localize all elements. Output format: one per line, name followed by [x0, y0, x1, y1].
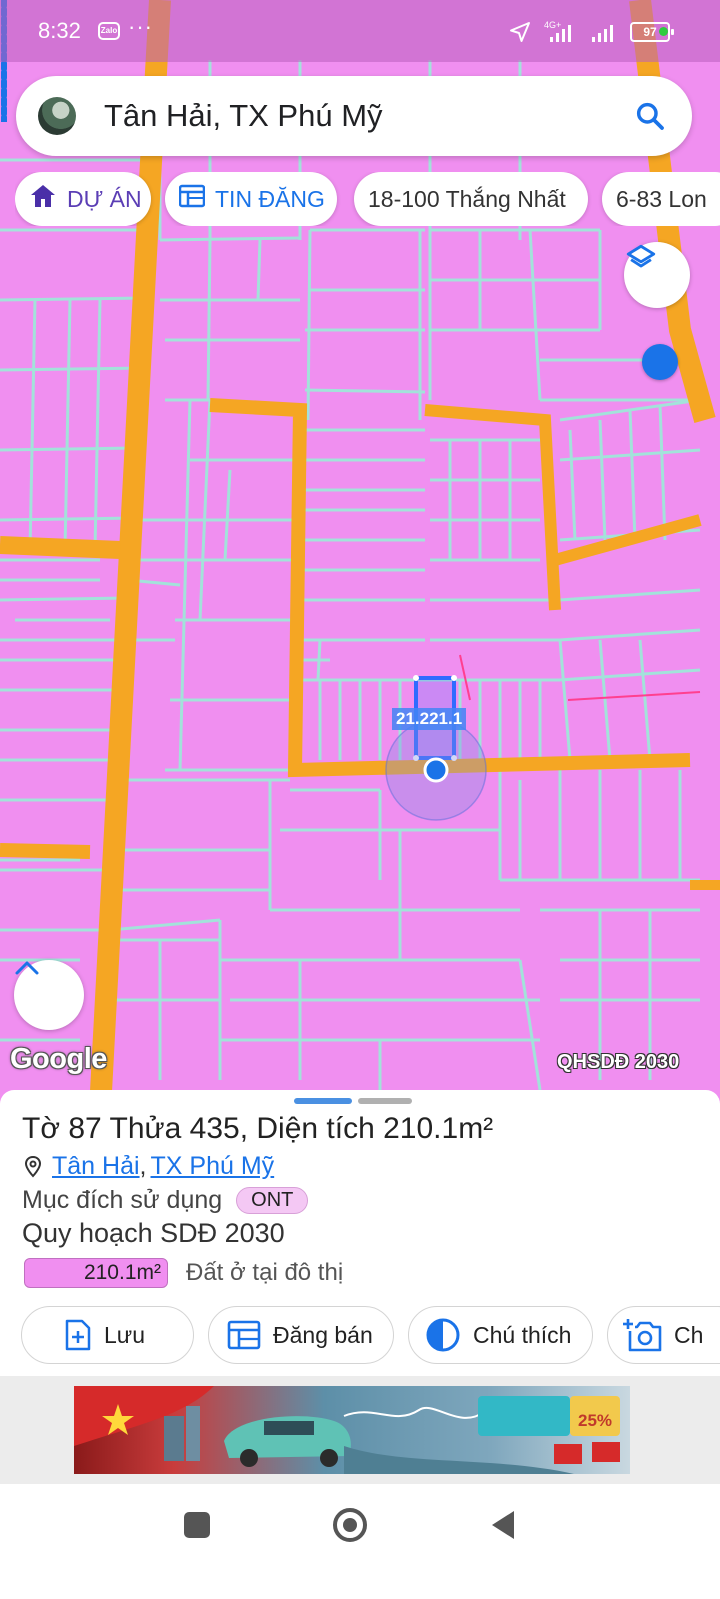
opacity-slider-knob[interactable] — [642, 344, 678, 380]
contrast-icon — [425, 1317, 461, 1353]
ward-link[interactable]: Tân Hải — [52, 1152, 140, 1181]
action-buttons: Lưu Đăng bán Chú thích Ch — [0, 1306, 720, 1366]
legend-button[interactable]: Chú thích — [408, 1306, 593, 1364]
ad-banner[interactable]: 25% — [74, 1386, 630, 1474]
zalo-notification-icon: Zalo — [98, 22, 120, 40]
plan-area-description: Đất ở tại đô thị — [186, 1259, 344, 1286]
sheet-handle[interactable] — [294, 1098, 352, 1104]
more-notifications-icon: ··· — [128, 14, 153, 39]
post-sale-button[interactable]: Đăng bán — [208, 1306, 394, 1364]
home-button[interactable] — [333, 1508, 367, 1542]
search-icon[interactable] — [634, 100, 666, 132]
sheet-number-prefix: Tờ — [22, 1112, 60, 1145]
plan-area-swatch: 210.1m² — [24, 1258, 168, 1288]
save-label: Lưu — [104, 1321, 145, 1348]
chip-tin-dang-label: TIN ĐĂNG — [215, 185, 325, 212]
expand-sheet-button[interactable] — [14, 960, 84, 1030]
search-query[interactable]: Tân Hải, TX Phú Mỹ — [104, 98, 383, 134]
layers-button[interactable] — [624, 242, 690, 308]
location-pin-icon — [24, 1155, 42, 1177]
home-icon — [29, 183, 57, 215]
save-button[interactable]: Lưu — [21, 1306, 194, 1364]
plan-label: Quy hoạch SDĐ 2030 — [22, 1218, 285, 1248]
chip-du-an-label: DỰ ÁN — [67, 185, 142, 212]
chip-tin-dang[interactable]: TIN ĐĂNG — [165, 172, 337, 226]
cadastral-map — [0, 0, 720, 1110]
privacy-indicator-dot — [659, 27, 668, 36]
layers-icon — [626, 244, 656, 268]
svg-text:4G+: 4G+ — [544, 20, 561, 30]
area-unit: m² — [458, 1112, 494, 1145]
parcel-map-label: 21.221.1 — [392, 708, 467, 730]
town-link[interactable]: TX Phú Mỹ — [151, 1152, 275, 1181]
land-use-purpose: Mục đích sử dụng ONT — [22, 1186, 309, 1215]
filter-chips: DỰ ÁN TIN ĐĂNG 18-100 Thắng Nhất 6-83 Lo… — [15, 172, 720, 226]
chip-address-2-label: 6-83 Lon — [616, 185, 707, 212]
svg-text:25%: 25% — [578, 1411, 612, 1430]
ad-banner-container: 25% — [0, 1376, 720, 1484]
legend-label: Chú thích — [473, 1321, 572, 1348]
map-view[interactable]: 21.221.1 Google QHSDĐ 2030 — [0, 0, 720, 1110]
parcel-address: Tân Hải, TX Phú Mỹ — [22, 1152, 274, 1181]
recents-button[interactable] — [184, 1512, 210, 1538]
purpose-label: Mục đích sử dụng — [22, 1186, 223, 1214]
chip-address-1-label: 18-100 Thắng Nhất — [368, 185, 566, 212]
status-bar: 8:32 Zalo ··· 4G+ 97 — [0, 0, 720, 62]
area-prefix: , Diện tích — [239, 1112, 375, 1145]
chip-du-an[interactable]: DỰ ÁN — [15, 172, 151, 226]
status-time: 8:32 — [38, 18, 81, 43]
sheet-number: 87 — [68, 1112, 102, 1145]
parcel-title: Tờ 87 Thửa 435, Diện tích 210.1m² — [22, 1112, 493, 1146]
sheet-handle-secondary[interactable] — [358, 1098, 412, 1104]
table-icon — [227, 1320, 261, 1350]
plan-area-row: 210.1m² Đất ở tại đô thị — [24, 1258, 343, 1288]
parcel-area: 210.1 — [383, 1112, 459, 1145]
back-button[interactable] — [492, 1511, 514, 1539]
chevron-up-icon — [15, 961, 39, 975]
system-nav-bar — [0, 1484, 720, 1599]
parcel-info-sheet: Tờ 87 Thửa 435, Diện tích 210.1m² Tân Hả… — [0, 1090, 720, 1376]
my-location-dot — [423, 757, 449, 783]
avatar[interactable] — [38, 97, 76, 135]
purpose-code-badge[interactable]: ONT — [236, 1187, 309, 1214]
add-photo-label: Ch — [674, 1321, 704, 1348]
chip-address-1[interactable]: 18-100 Thắng Nhất — [354, 172, 588, 226]
post-sale-label: Đăng bán — [273, 1321, 373, 1348]
listing-icon — [178, 184, 206, 214]
search-bar[interactable]: Tân Hải, TX Phú Mỹ — [16, 76, 692, 156]
add-photo-icon — [622, 1317, 662, 1353]
add-photo-button[interactable]: Ch — [607, 1306, 720, 1364]
ad-banner-artwork: 25% — [74, 1386, 620, 1474]
map-layer-label: QHSDĐ 2030 — [557, 1051, 680, 1073]
cellular-signal-icon: 4G+ — [544, 20, 571, 42]
location-arrow-icon — [510, 22, 530, 42]
chip-address-2[interactable]: 6-83 Lon — [602, 172, 720, 226]
cellular-signal-2-icon — [592, 25, 613, 42]
google-logo: Google — [10, 1043, 107, 1075]
parcel-number-prefix: Thửa — [109, 1112, 182, 1145]
add-file-icon — [64, 1319, 92, 1351]
parcel-number: 435 — [189, 1112, 240, 1145]
status-icons: 4G+ 97 — [508, 20, 674, 44]
